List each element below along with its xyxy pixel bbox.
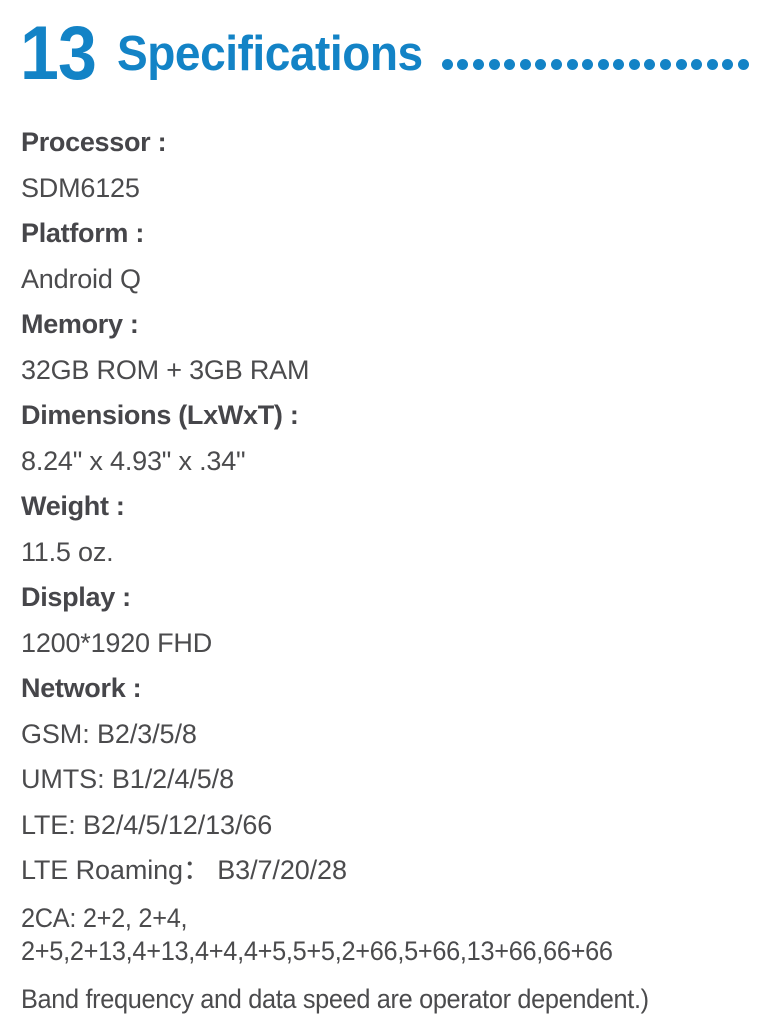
spec-label-2: Memory : — [21, 309, 139, 339]
leader-dot-icon — [457, 59, 469, 70]
leader-dot-icon — [660, 59, 672, 70]
leader-dot-icon — [535, 59, 547, 70]
specification-list: Processor : SDM6125 Platform : Android Q Mem… — [21, 120, 754, 1019]
network-row-3: LTE Roaming： B3/7/20/28 — [21, 855, 347, 885]
leader-dot-icon — [441, 59, 453, 70]
spec-value-2: 32GB ROM + 3GB RAM — [21, 354, 310, 385]
spec-label-network: Network : — [21, 673, 142, 703]
page-header: 13 Specifications — [20, 8, 750, 100]
spec-value-1: Android Q — [21, 263, 141, 294]
network-row-0: GSM: B2/3/5/8 — [21, 718, 197, 749]
leader-dot-icon — [644, 59, 656, 70]
dot-leader-row — [441, 59, 750, 70]
spec-label-1: Platform : — [21, 218, 145, 248]
leader-dot-icon — [519, 59, 531, 70]
leader-dot-icon — [488, 59, 500, 70]
network-row-1: UMTS: B1/2/4/5/8 — [21, 764, 234, 794]
section-number: 13 — [20, 11, 97, 96]
leader-dot-icon — [566, 59, 578, 70]
leader-dot-icon — [722, 59, 734, 70]
spec-label-0: Processor : — [21, 127, 167, 157]
spec-label-5: Display : — [21, 582, 131, 612]
spec-label-3: Dimensions (LxWxT) : — [21, 400, 299, 430]
spec-label-4: Weight : — [21, 491, 125, 521]
page-title: Specifications — [116, 27, 423, 81]
leader-dot-icon — [706, 59, 718, 70]
spec-value-5: 1200*1920 FHD — [21, 627, 213, 658]
leader-dot-icon — [628, 59, 640, 70]
carrier-aggregation-text: 2CA: 2+2, 2+4, 2+5,2+13,4+13,4+4,4+5,5+5… — [21, 902, 613, 966]
leader-dot-icon — [597, 59, 609, 70]
leader-dot-icon — [582, 59, 594, 70]
leader-dot-icon — [691, 59, 703, 70]
spec-value-4: 11.5 oz. — [21, 536, 114, 567]
specifications-page: 13 Specifications Processor : SDM6125 Plat… — [0, 0, 772, 1025]
leader-dot-icon — [613, 59, 625, 70]
leader-dot-icon — [472, 59, 484, 70]
spec-value-3: 8.24" x 4.93" x .34" — [21, 445, 246, 476]
leader-dot-icon — [504, 59, 516, 70]
leader-dot-icon — [675, 59, 687, 70]
band-frequency-note: Band frequency and data speed are operat… — [21, 983, 649, 1014]
leader-dot-icon — [738, 59, 750, 70]
dot-leader — [441, 28, 750, 80]
spec-value-0: SDM6125 — [21, 172, 140, 203]
leader-dot-icon — [550, 59, 562, 70]
network-row-2: LTE: B2/4/5/12/13/66 — [21, 809, 273, 840]
